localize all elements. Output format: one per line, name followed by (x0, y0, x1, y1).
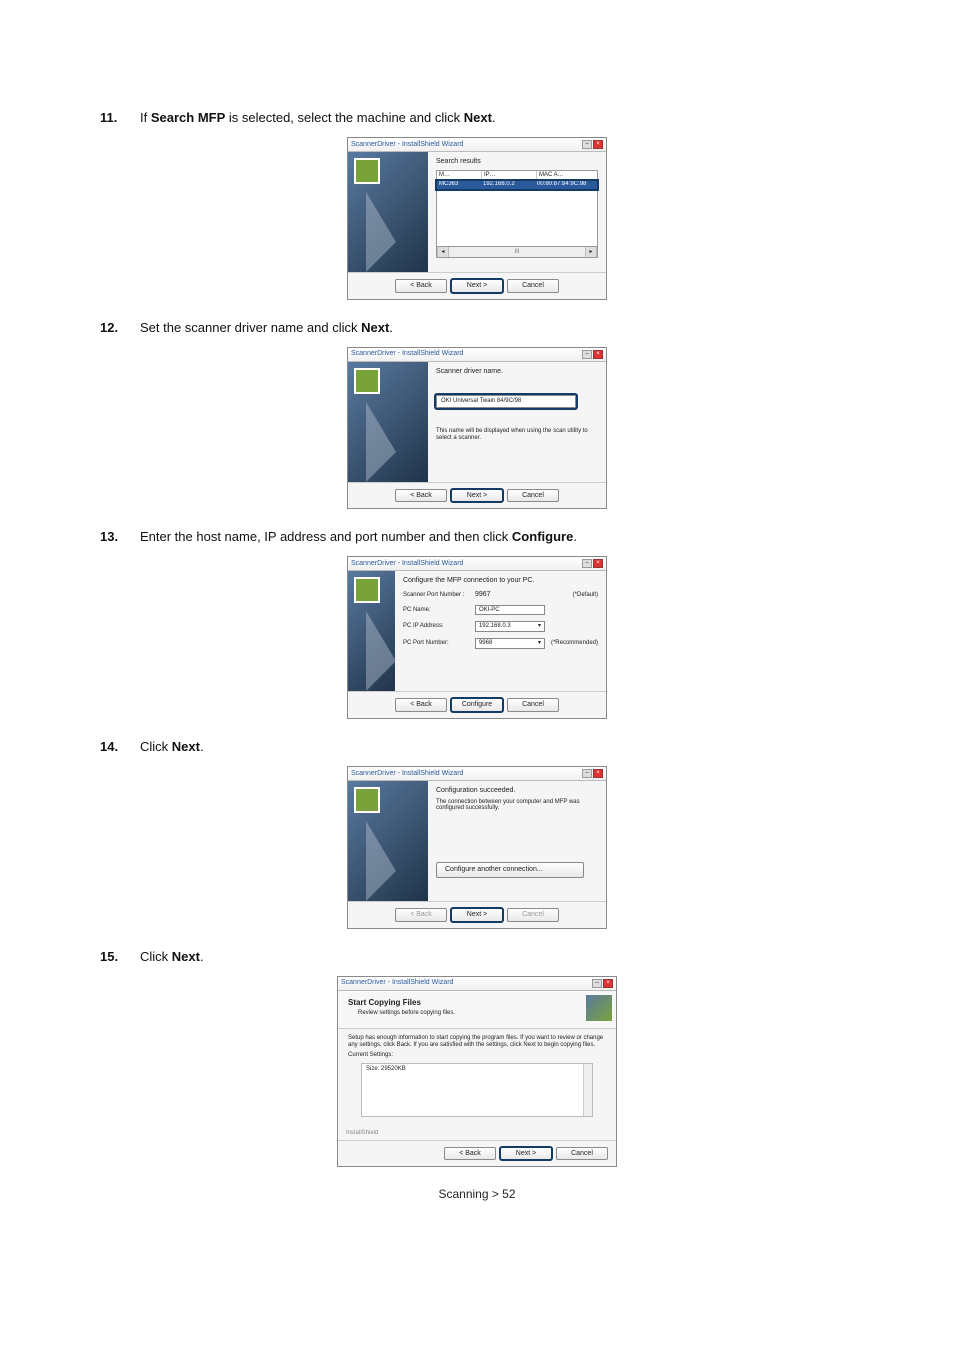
current-settings-label: Current Settings: (348, 1052, 606, 1059)
step-12-text: Set the scanner driver name and click Ne… (140, 320, 393, 335)
cancel-button[interactable]: Cancel (507, 489, 559, 503)
scanner-port-value: 9967 (475, 591, 491, 599)
step-13-text: Enter the host name, IP address and port… (140, 529, 577, 544)
cancel-button[interactable]: Cancel (507, 698, 559, 712)
pc-port-label: PC Port Number: (403, 640, 469, 647)
minimize-icon[interactable]: – (582, 769, 592, 778)
step-number: 15. (100, 949, 140, 964)
pc-name-label: PC Name: (403, 607, 469, 614)
window-title: ScannerDriver - InstallShield Wizard (351, 350, 463, 358)
step-number: 11. (100, 110, 140, 125)
copy-files-body: Setup has enough information to start co… (348, 1035, 606, 1048)
screenshot-11: ScannerDriver - InstallShield Wizard – ×… (347, 137, 607, 300)
port-default-note: (*Default) (573, 592, 598, 599)
back-button[interactable]: < Back (395, 489, 447, 503)
next-button[interactable]: Next > (451, 908, 503, 922)
window-title: ScannerDriver - InstallShield Wizard (351, 770, 463, 778)
window-title: ScannerDriver - InstallShield Wizard (341, 979, 453, 987)
pc-ip-label: PC IP Address: (403, 623, 469, 630)
minimize-icon[interactable]: – (582, 140, 592, 149)
back-button[interactable]: < Back (395, 698, 447, 712)
step-14-text: Click Next. (140, 739, 204, 754)
close-icon[interactable]: × (593, 769, 603, 778)
wizard-corner-icon (586, 995, 612, 1021)
success-message: The connection between your computer and… (436, 799, 598, 812)
minimize-icon[interactable]: – (592, 979, 602, 988)
cancel-button: Cancel (507, 908, 559, 922)
step-number: 14. (100, 739, 140, 754)
scanner-icon (354, 158, 380, 184)
pc-port-note: (*Recommended) (551, 640, 598, 647)
next-button[interactable]: Next > (500, 1147, 552, 1161)
driver-name-heading: Scanner driver name. (436, 368, 598, 376)
back-button[interactable]: < Back (444, 1147, 496, 1161)
cancel-button[interactable]: Cancel (507, 279, 559, 293)
screenshot-13: ScannerDriver - InstallShield Wizard – ×… (347, 556, 607, 719)
close-icon[interactable]: × (593, 350, 603, 359)
screenshot-12: ScannerDriver - InstallShield Wizard – ×… (347, 347, 607, 510)
close-icon[interactable]: × (603, 979, 613, 988)
installshield-brand: InstallShield (338, 1127, 616, 1140)
step-11-text: If Search MFP is selected, select the ma… (140, 110, 496, 125)
window-title: ScannerDriver - InstallShield Wizard (351, 560, 463, 568)
next-button[interactable]: Next > (451, 279, 503, 293)
configure-button[interactable]: Configure (451, 698, 503, 712)
configure-another-button[interactable]: Configure another connection... (436, 862, 584, 878)
window-title: ScannerDriver - InstallShield Wizard (351, 141, 463, 149)
next-button[interactable]: Next > (451, 489, 503, 503)
step-15-text: Click Next. (140, 949, 204, 964)
success-heading: Configuration succeeded. (436, 787, 598, 795)
close-icon[interactable]: × (593, 140, 603, 149)
back-button[interactable]: < Back (395, 279, 447, 293)
results-header: M… IP… MAC A… (436, 170, 598, 181)
screenshot-15: ScannerDriver - InstallShield Wizard – ×… (337, 976, 617, 1167)
driver-name-input[interactable]: OKI Universal Twain 84/9C/98 (436, 395, 576, 408)
step-number: 12. (100, 320, 140, 335)
scanner-icon (354, 368, 380, 394)
results-row-selected[interactable]: MC363 192.168.0.2 00:80:87:84:9C:98 (436, 180, 598, 190)
step-number: 13. (100, 529, 140, 544)
size-value: Size: 29520KB (366, 1066, 406, 1072)
minimize-icon[interactable]: – (582, 559, 592, 568)
configure-heading: Configure the MFP connection to your PC. (403, 577, 598, 585)
start-copying-sub: Review settings before copying files. (358, 1010, 606, 1017)
pc-port-select[interactable]: 9968▾ (475, 638, 545, 649)
cancel-button[interactable]: Cancel (556, 1147, 608, 1161)
horizontal-scrollbar[interactable]: ◂III▸ (436, 247, 598, 258)
chevron-down-icon: ▾ (538, 623, 541, 630)
back-button: < Back (395, 908, 447, 922)
page-footer: Scanning > 52 (100, 1187, 854, 1201)
close-icon[interactable]: × (593, 559, 603, 568)
vertical-scrollbar[interactable] (583, 1064, 592, 1116)
start-copying-heading: Start Copying Files (348, 999, 606, 1008)
driver-name-note: This name will be displayed when using t… (436, 428, 598, 441)
chevron-down-icon: ▾ (538, 640, 541, 647)
pc-ip-select[interactable]: 192.168.0.3▾ (475, 621, 545, 632)
scanner-icon (354, 577, 380, 603)
screenshot-14: ScannerDriver - InstallShield Wizard – ×… (347, 766, 607, 929)
search-results-heading: Search results (436, 158, 598, 166)
pc-name-input[interactable]: OKI-PC (475, 605, 545, 616)
minimize-icon[interactable]: – (582, 350, 592, 359)
settings-text-area[interactable]: Size: 29520KB (361, 1063, 593, 1117)
scanner-icon (354, 787, 380, 813)
scanner-port-label: Scanner Port Number : (403, 592, 469, 599)
